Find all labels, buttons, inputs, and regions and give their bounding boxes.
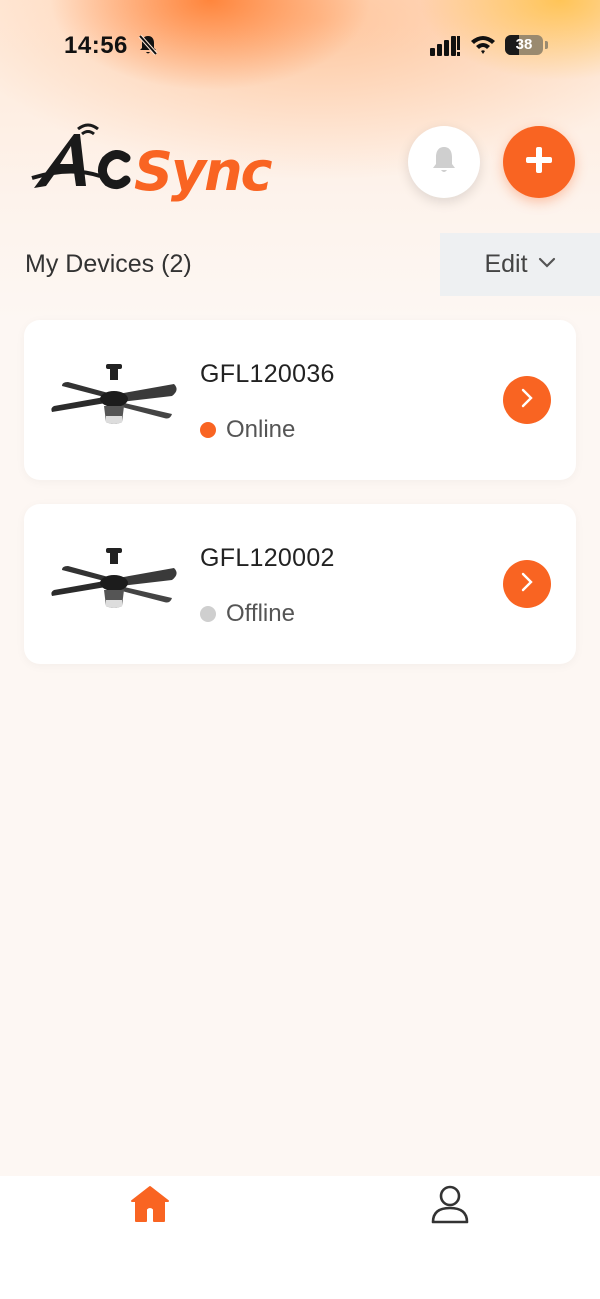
my-devices-title: My Devices (2) (25, 250, 192, 278)
user-icon (430, 1184, 470, 1229)
chevron-down-icon (538, 256, 556, 274)
tab-profile[interactable] (426, 1182, 474, 1230)
chevron-right-icon (520, 387, 534, 414)
device-name: GFL120036 (200, 360, 335, 388)
bell-slash-icon (138, 34, 158, 56)
device-card[interactable]: GFL120036 Online (24, 320, 576, 480)
home-icon (130, 1185, 170, 1228)
bell-icon (431, 145, 457, 180)
status-text: Online (226, 416, 296, 443)
battery-percentage: 38 (515, 36, 533, 53)
device-card[interactable]: GFL120002 Offline (24, 504, 576, 664)
open-device-button[interactable] (503, 376, 551, 424)
ceiling-fan-image (48, 364, 178, 436)
status-dot (200, 606, 216, 622)
svg-text:Sync: Sync (134, 140, 273, 203)
device-name: GFL120002 (200, 544, 335, 572)
acsync-logo: Sync (30, 120, 280, 210)
cellular-signal-icon (430, 36, 460, 56)
device-status: Offline (200, 600, 295, 628)
tab-home[interactable] (126, 1182, 174, 1230)
bottom-tab-bar (0, 1176, 600, 1299)
status-time: 14:56 (64, 32, 128, 59)
chevron-right-icon (520, 571, 534, 598)
add-device-button[interactable] (503, 126, 575, 198)
status-text: Offline (226, 600, 295, 627)
wifi-icon (470, 34, 496, 56)
app-header: Sync (0, 110, 600, 220)
open-device-button[interactable] (503, 560, 551, 608)
edit-button[interactable]: Edit (440, 233, 600, 296)
status-dot (200, 422, 216, 438)
status-bar: 14:56 38 (0, 0, 600, 90)
edit-label: Edit (484, 250, 528, 278)
ceiling-fan-image (48, 548, 178, 620)
notifications-button[interactable] (408, 126, 480, 198)
device-status: Online (200, 416, 295, 444)
plus-icon (525, 146, 553, 179)
battery-tip (545, 41, 548, 49)
battery-icon: 38 (505, 35, 543, 55)
